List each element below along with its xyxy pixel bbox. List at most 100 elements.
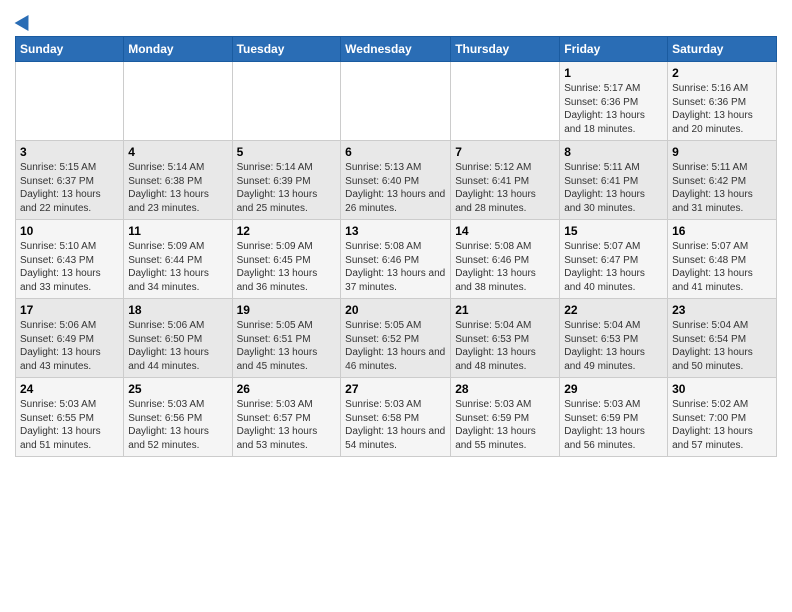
calendar-cell: 29Sunrise: 5:03 AM Sunset: 6:59 PM Dayli… <box>560 378 668 457</box>
day-number: 30 <box>672 382 772 396</box>
day-info: Sunrise: 5:06 AM Sunset: 6:49 PM Dayligh… <box>20 319 119 373</box>
day-info: Sunrise: 5:05 AM Sunset: 6:52 PM Dayligh… <box>345 319 446 373</box>
day-info: Sunrise: 5:07 AM Sunset: 6:48 PM Dayligh… <box>672 240 772 294</box>
calendar-cell: 15 Sunrise: 5:07 AM Sunset: 6:47 PM Dayli… <box>560 220 668 299</box>
day-number: 2 <box>672 66 772 80</box>
logo <box>15 16 33 30</box>
calendar-cell <box>451 62 560 141</box>
calendar-cell: 11 Sunrise: 5:09 AM Sunset: 6:44 PM Dayli… <box>124 220 232 299</box>
day-number: 12 <box>237 224 337 238</box>
day-number: 10 <box>20 224 119 238</box>
calendar-cell: 30 Sunrise: 5:02 AM Sunset: 7:00 PM Dayli… <box>668 378 777 457</box>
day-info: Sunrise: 5:08 AM Sunset: 6:46 PM Dayligh… <box>455 240 555 294</box>
calendar-cell: 25 Sunrise: 5:03 AM Sunset: 6:56 PM Dayli… <box>124 378 232 457</box>
day-number: 25 <box>128 382 227 396</box>
day-info: Sunrise: 5:14 AM Sunset: 6:38 PM Dayligh… <box>128 161 227 215</box>
page-header <box>15 10 777 30</box>
calendar-cell: 21 Sunrise: 5:04 AM Sunset: 6:53 PM Dayli… <box>451 299 560 378</box>
day-number: 16 <box>672 224 772 238</box>
day-number: 9 <box>672 145 772 159</box>
calendar-cell: 23 Sunrise: 5:04 AM Sunset: 6:54 PM Dayli… <box>668 299 777 378</box>
calendar-cell <box>341 62 451 141</box>
day-number: 21 <box>455 303 555 317</box>
calendar-week-5: 24 Sunrise: 5:03 AM Sunset: 6:55 PM Dayli… <box>16 378 777 457</box>
weekday-header-thursday: Thursday <box>451 37 560 62</box>
weekday-header-friday: Friday <box>560 37 668 62</box>
day-info: Sunrise: 5:02 AM Sunset: 7:00 PM Dayligh… <box>672 398 772 452</box>
day-number: 5 <box>237 145 337 159</box>
calendar-cell: 4 Sunrise: 5:14 AM Sunset: 6:38 PM Daylig… <box>124 141 232 220</box>
day-info: Sunrise: 5:17 AM Sunset: 6:36 PM Dayligh… <box>564 82 663 136</box>
calendar-week-2: 3 Sunrise: 5:15 AM Sunset: 6:37 PM Daylig… <box>16 141 777 220</box>
day-info: Sunrise: 5:08 AM Sunset: 6:46 PM Dayligh… <box>345 240 446 294</box>
day-info: Sunrise: 5:03 AM Sunset: 6:55 PM Dayligh… <box>20 398 119 452</box>
day-number: 14 <box>455 224 555 238</box>
day-info: Sunrise: 5:10 AM Sunset: 6:43 PM Dayligh… <box>20 240 119 294</box>
day-number: 19 <box>237 303 337 317</box>
weekday-header-saturday: Saturday <box>668 37 777 62</box>
day-info: Sunrise: 5:04 AM Sunset: 6:53 PM Dayligh… <box>455 319 555 373</box>
calendar-week-1: 1Sunrise: 5:17 AM Sunset: 6:36 PM Daylig… <box>16 62 777 141</box>
day-info: Sunrise: 5:05 AM Sunset: 6:51 PM Dayligh… <box>237 319 337 373</box>
calendar-cell: 28Sunrise: 5:03 AM Sunset: 6:59 PM Dayli… <box>451 378 560 457</box>
calendar-cell: 17 Sunrise: 5:06 AM Sunset: 6:49 PM Dayli… <box>16 299 124 378</box>
day-number: 8 <box>564 145 663 159</box>
calendar-cell: 24 Sunrise: 5:03 AM Sunset: 6:55 PM Dayli… <box>16 378 124 457</box>
day-info: Sunrise: 5:09 AM Sunset: 6:45 PM Dayligh… <box>237 240 337 294</box>
day-number: 27 <box>345 382 446 396</box>
calendar-cell: 7Sunrise: 5:12 AM Sunset: 6:41 PM Daylig… <box>451 141 560 220</box>
day-number: 28 <box>455 382 555 396</box>
day-info: Sunrise: 5:15 AM Sunset: 6:37 PM Dayligh… <box>20 161 119 215</box>
calendar-table: SundayMondayTuesdayWednesdayThursdayFrid… <box>15 36 777 457</box>
calendar-cell: 14 Sunrise: 5:08 AM Sunset: 6:46 PM Dayli… <box>451 220 560 299</box>
calendar-cell: 9 Sunrise: 5:11 AM Sunset: 6:42 PM Daylig… <box>668 141 777 220</box>
day-number: 23 <box>672 303 772 317</box>
day-number: 13 <box>345 224 446 238</box>
day-info: Sunrise: 5:11 AM Sunset: 6:42 PM Dayligh… <box>672 161 772 215</box>
day-info: Sunrise: 5:03 AM Sunset: 6:57 PM Dayligh… <box>237 398 337 452</box>
day-info: Sunrise: 5:07 AM Sunset: 6:47 PM Dayligh… <box>564 240 663 294</box>
day-info: Sunrise: 5:13 AM Sunset: 6:40 PM Dayligh… <box>345 161 446 215</box>
calendar-cell <box>232 62 341 141</box>
weekday-header-tuesday: Tuesday <box>232 37 341 62</box>
calendar-cell: 8Sunrise: 5:11 AM Sunset: 6:41 PM Daylig… <box>560 141 668 220</box>
day-number: 6 <box>345 145 446 159</box>
calendar-cell: 19 Sunrise: 5:05 AM Sunset: 6:51 PM Dayli… <box>232 299 341 378</box>
calendar-cell: 20Sunrise: 5:05 AM Sunset: 6:52 PM Dayli… <box>341 299 451 378</box>
day-info: Sunrise: 5:04 AM Sunset: 6:54 PM Dayligh… <box>672 319 772 373</box>
calendar-cell <box>124 62 232 141</box>
calendar-header-row: SundayMondayTuesdayWednesdayThursdayFrid… <box>16 37 777 62</box>
day-info: Sunrise: 5:09 AM Sunset: 6:44 PM Dayligh… <box>128 240 227 294</box>
day-number: 4 <box>128 145 227 159</box>
calendar-cell: 22 Sunrise: 5:04 AM Sunset: 6:53 PM Dayli… <box>560 299 668 378</box>
calendar-cell: 6 Sunrise: 5:13 AM Sunset: 6:40 PM Daylig… <box>341 141 451 220</box>
day-number: 24 <box>20 382 119 396</box>
calendar-cell: 1Sunrise: 5:17 AM Sunset: 6:36 PM Daylig… <box>560 62 668 141</box>
calendar-cell <box>16 62 124 141</box>
day-number: 22 <box>564 303 663 317</box>
day-number: 3 <box>20 145 119 159</box>
weekday-header-wednesday: Wednesday <box>341 37 451 62</box>
calendar-cell: 18Sunrise: 5:06 AM Sunset: 6:50 PM Dayli… <box>124 299 232 378</box>
calendar-week-3: 10 Sunrise: 5:10 AM Sunset: 6:43 PM Dayli… <box>16 220 777 299</box>
day-number: 15 <box>564 224 663 238</box>
calendar-cell: 2 Sunrise: 5:16 AM Sunset: 6:36 PM Daylig… <box>668 62 777 141</box>
weekday-header-monday: Monday <box>124 37 232 62</box>
calendar-cell: 27 Sunrise: 5:03 AM Sunset: 6:58 PM Dayli… <box>341 378 451 457</box>
day-info: Sunrise: 5:14 AM Sunset: 6:39 PM Dayligh… <box>237 161 337 215</box>
day-info: Sunrise: 5:12 AM Sunset: 6:41 PM Dayligh… <box>455 161 555 215</box>
day-number: 17 <box>20 303 119 317</box>
calendar-cell: 10 Sunrise: 5:10 AM Sunset: 6:43 PM Dayli… <box>16 220 124 299</box>
calendar-cell: 12 Sunrise: 5:09 AM Sunset: 6:45 PM Dayli… <box>232 220 341 299</box>
day-info: Sunrise: 5:06 AM Sunset: 6:50 PM Dayligh… <box>128 319 227 373</box>
logo-triangle-icon <box>15 11 36 31</box>
day-number: 11 <box>128 224 227 238</box>
day-info: Sunrise: 5:03 AM Sunset: 6:56 PM Dayligh… <box>128 398 227 452</box>
day-number: 26 <box>237 382 337 396</box>
day-info: Sunrise: 5:03 AM Sunset: 6:58 PM Dayligh… <box>345 398 446 452</box>
day-info: Sunrise: 5:16 AM Sunset: 6:36 PM Dayligh… <box>672 82 772 136</box>
calendar-cell: 16 Sunrise: 5:07 AM Sunset: 6:48 PM Dayli… <box>668 220 777 299</box>
calendar-cell: 26 Sunrise: 5:03 AM Sunset: 6:57 PM Dayli… <box>232 378 341 457</box>
calendar-body: 1Sunrise: 5:17 AM Sunset: 6:36 PM Daylig… <box>16 62 777 457</box>
day-info: Sunrise: 5:04 AM Sunset: 6:53 PM Dayligh… <box>564 319 663 373</box>
